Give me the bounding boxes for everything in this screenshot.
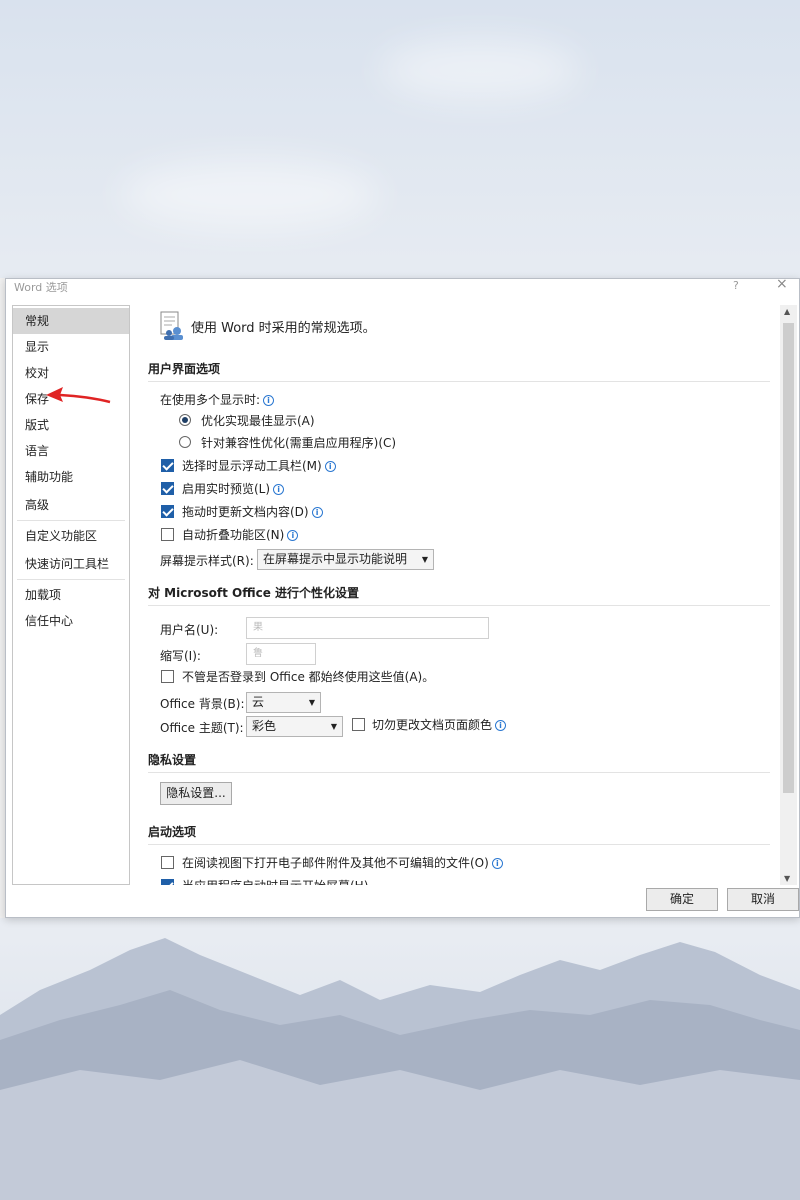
checkbox-always-use-values-label: 不管是否登录到 Office 都始终使用这些值(A)。	[182, 670, 435, 684]
nav-item-trust-center[interactable]: 信任中心	[13, 608, 129, 634]
multi-display-label: 在使用多个显示时: i	[160, 391, 275, 408]
nav-divider	[17, 520, 125, 521]
cloud	[120, 160, 380, 230]
theme-label: Office 主题(T):	[160, 721, 244, 735]
background-value: 云	[252, 695, 265, 709]
nav-item-customize-ribbon[interactable]: 自定义功能区	[13, 523, 129, 549]
chevron-down-icon: ▼	[421, 555, 428, 564]
info-icon: i	[495, 720, 507, 731]
screentip-value: 在屏幕提示中显示功能说明	[263, 552, 408, 566]
cancel-button[interactable]: 取消	[727, 888, 799, 911]
chevron-down-icon: ▼	[308, 698, 315, 707]
section-privacy: 隐私设置	[148, 753, 197, 767]
username-label: 用户名(U):	[160, 623, 219, 637]
nav-item-advanced[interactable]: 高级	[13, 492, 129, 518]
nav-item-addins[interactable]: 加载项	[13, 582, 129, 608]
checkbox-open-reading-view-label: 在阅读视图下打开电子邮件附件及其他不可编辑的文件(O) i	[182, 854, 503, 871]
checkbox-update-drag[interactable]	[161, 505, 174, 518]
checkbox-collapse-ribbon-label: 自动折叠功能区(N) i	[182, 526, 299, 543]
radio-compatibility[interactable]	[179, 436, 191, 448]
background-label: Office 背景(B):	[160, 697, 245, 711]
checkbox-always-use-values[interactable]	[161, 670, 174, 683]
initials-input[interactable]: 鲁	[246, 643, 316, 665]
radio-best-appearance-label: 优化实现最佳显示(A)	[201, 414, 315, 428]
theme-select[interactable]: 彩色 ▼	[246, 716, 343, 737]
section-divider	[148, 381, 770, 382]
word-options-dialog: Word 选项 ? × 常规 显示 校对 保存 版式 语言 辅助功能 高级 自定…	[5, 276, 800, 918]
checkbox-show-start-screen[interactable]	[161, 879, 174, 885]
section-startup: 启动选项	[148, 825, 197, 839]
scroll-down-icon[interactable]: ▼	[784, 874, 790, 883]
checkbox-collapse-ribbon[interactable]	[161, 528, 174, 541]
info-icon: i	[263, 395, 275, 406]
checkbox-live-preview-label: 启用实时预览(L) i	[182, 480, 285, 497]
ok-button[interactable]: 确定	[646, 888, 718, 911]
dialog-title: Word 选项	[14, 281, 68, 294]
section-divider	[148, 772, 770, 773]
checkbox-mini-toolbar[interactable]	[161, 459, 174, 472]
nav-divider	[17, 579, 125, 580]
cloud	[380, 40, 580, 100]
title-bar: Word 选项 ? ×	[6, 276, 799, 301]
nav-item-layout[interactable]: 版式	[13, 412, 129, 438]
section-divider	[148, 605, 770, 606]
section-personalize: 对 Microsoft Office 进行个性化设置	[148, 586, 360, 600]
close-icon[interactable]: ×	[776, 276, 788, 292]
nav-item-proofing[interactable]: 校对	[13, 360, 129, 386]
general-options-panel: 使用 Word 时采用的常规选项。 用户界面选项 在使用多个显示时: i 优化实现…	[136, 305, 776, 885]
mountain-range	[0, 938, 800, 1200]
checkbox-mini-toolbar-label: 选择时显示浮动工具栏(M) i	[182, 457, 336, 474]
info-icon: i	[287, 530, 299, 541]
background-select[interactable]: 云 ▼	[246, 692, 321, 713]
checkbox-show-start-screen-label: 当应用程序启动时显示开始屏幕(H)	[182, 877, 368, 885]
privacy-settings-button[interactable]: 隐私设置...	[160, 782, 232, 805]
info-icon: i	[311, 507, 323, 518]
content-scrollbar[interactable]: ▲ ▼	[780, 305, 797, 885]
info-icon: i	[324, 461, 336, 472]
scroll-thumb[interactable]	[783, 323, 794, 793]
checkbox-open-reading-view[interactable]	[161, 856, 174, 869]
red-arrow-annotation	[46, 387, 111, 404]
checkbox-never-change-page-color-label: 切勿更改文档页面颜色 i	[372, 716, 507, 733]
checkbox-update-drag-label: 拖动时更新文档内容(D) i	[182, 503, 323, 520]
info-icon: i	[273, 484, 285, 495]
nav-item-accessibility[interactable]: 辅助功能	[13, 464, 129, 490]
nav-item-general[interactable]: 常规	[13, 308, 129, 334]
username-input[interactable]: 果	[246, 617, 489, 639]
checkbox-never-change-page-color[interactable]	[352, 718, 365, 731]
initials-label: 缩写(I):	[160, 649, 201, 663]
nav-item-quick-access-toolbar[interactable]: 快速访问工具栏	[13, 551, 129, 577]
nav-item-language[interactable]: 语言	[13, 438, 129, 464]
header-text: 使用 Word 时采用的常规选项。	[191, 321, 376, 336]
screentip-label: 屏幕提示样式(R):	[160, 554, 254, 568]
info-icon: i	[491, 858, 503, 869]
scroll-up-icon[interactable]: ▲	[784, 307, 790, 316]
radio-best-appearance[interactable]	[179, 414, 191, 426]
help-icon[interactable]: ?	[733, 279, 739, 292]
section-divider	[148, 844, 770, 845]
checkbox-live-preview[interactable]	[161, 482, 174, 495]
general-options-icon	[160, 311, 183, 340]
screentip-select[interactable]: 在屏幕提示中显示功能说明 ▼	[257, 549, 434, 570]
radio-compatibility-label: 针对兼容性优化(需重启应用程序)(C)	[201, 436, 397, 450]
theme-value: 彩色	[252, 719, 277, 733]
nav-item-display[interactable]: 显示	[13, 334, 129, 360]
chevron-down-icon: ▼	[330, 722, 337, 731]
section-ui-options: 用户界面选项	[148, 362, 221, 376]
